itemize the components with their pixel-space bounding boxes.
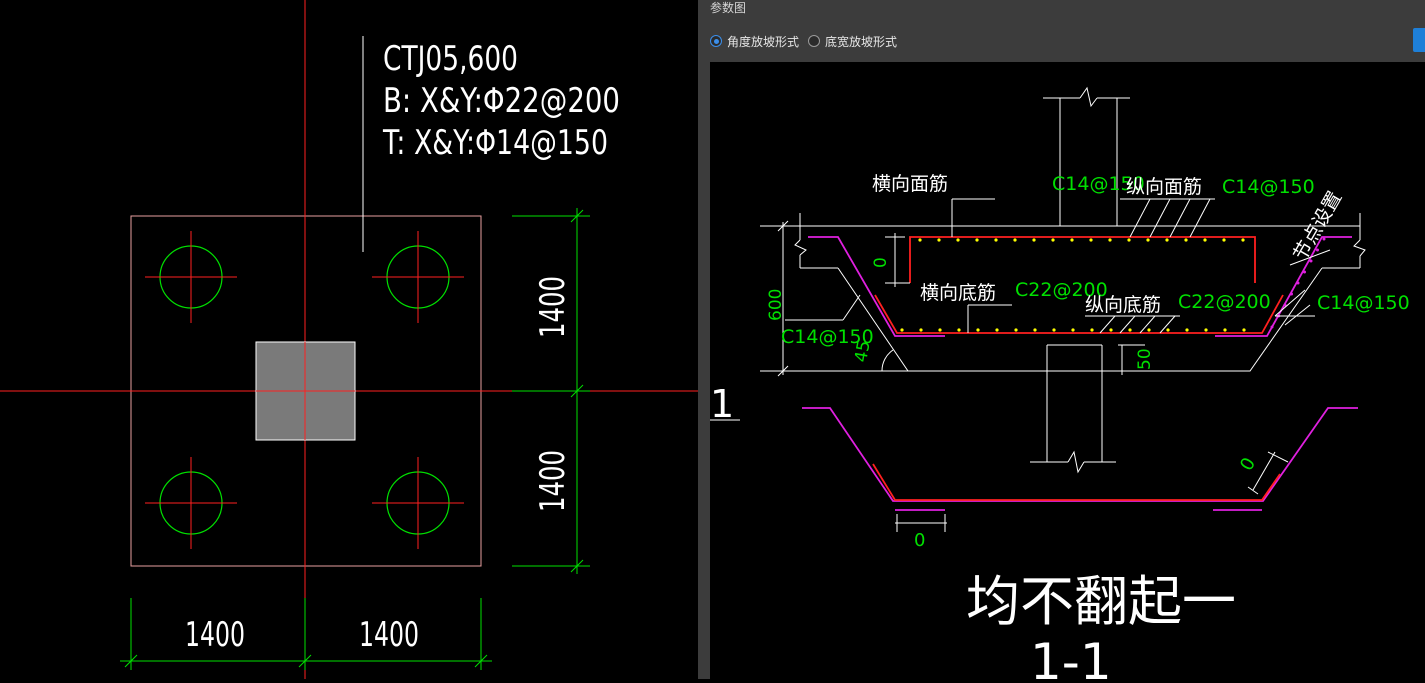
schematic-inner [872, 463, 1281, 501]
rebar-dot [1128, 328, 1132, 332]
rebar-dot [1014, 328, 1018, 332]
rebar-dot [1241, 238, 1245, 242]
rebar-dot [1032, 238, 1036, 242]
rebar-dot [1090, 328, 1094, 332]
column-below [1030, 344, 1116, 474]
label-top-rebar[interactable]: T: X&Y:Φ14@150 [382, 123, 608, 163]
parameter-diagram: 1 横向面筋 C14@150 纵向面筋 C14@150 节点设置 横向底筋 C2… [710, 62, 1425, 683]
rebar-dot [956, 238, 960, 242]
rebar-dot [937, 238, 941, 242]
rebar-dot [1223, 328, 1227, 332]
pile-bottom-left[interactable] [145, 457, 237, 549]
val-slope-right: C14@150 [1317, 292, 1410, 314]
dim-50: 50 [1135, 348, 1155, 370]
pile-top-left[interactable] [145, 231, 237, 323]
dim-0-bottom: 0 [914, 530, 925, 551]
dim-vertical [512, 208, 590, 574]
big-caption: 均不翻起一 [966, 570, 1236, 633]
rebar-dot [1052, 328, 1056, 332]
rebar-dot [1071, 328, 1075, 332]
rebar-dot [1185, 328, 1189, 332]
slope-rebar-right [1215, 236, 1352, 337]
rebar-dot [994, 238, 998, 242]
val-long-bottom: C22@200 [1178, 291, 1271, 313]
top-rebar [909, 236, 1256, 283]
rebar-dot [976, 328, 980, 332]
dim-horizontal-right: 1400 [359, 615, 419, 655]
rebar-dot [1051, 238, 1055, 242]
rebar-dot [1242, 328, 1246, 332]
slope-dot [1296, 281, 1300, 285]
rebar-dot [1127, 238, 1131, 242]
rebar-dot [938, 328, 942, 332]
radio-width-label: 底宽放坡形式 [825, 34, 898, 49]
rebar-dot [919, 328, 923, 332]
label-ctj[interactable]: CTJ05,600 [383, 39, 518, 79]
rebar-dot [1033, 328, 1037, 332]
section-drawing: 1 横向面筋 C14@150 纵向面筋 C14@150 节点设置 横向底筋 C2… [710, 86, 1410, 683]
dim-0-top: 0 [871, 257, 891, 268]
rebar-dot [1109, 328, 1113, 332]
rebar-dot [1203, 238, 1207, 242]
dim-vertical-top: 1400 [533, 276, 573, 338]
label-bottom-rebar[interactable]: B: X&Y:Φ22@200 [383, 81, 620, 121]
label-trans-bottom: 横向底筋 [920, 282, 996, 304]
panel-action-button[interactable] [1413, 28, 1425, 52]
rebar-dot [957, 328, 961, 332]
column-above [1043, 86, 1130, 226]
rebar-dot [1147, 328, 1151, 332]
label-long-top: 纵向面筋 [1126, 176, 1202, 198]
rebar-dot [1222, 238, 1226, 242]
val-long-top: C14@150 [1222, 176, 1315, 198]
label-long-bottom: 纵向底筋 [1085, 294, 1161, 316]
rebar-dot [1108, 238, 1112, 242]
panel-title: 参数图 [710, 1, 747, 15]
schematic-outer [802, 407, 1358, 502]
slope-dot [1270, 325, 1274, 329]
rebar-dot [995, 328, 999, 332]
rebar-dot [975, 238, 979, 242]
parameter-panel: 参数图 角度放坡形式 底宽放坡形式 1 横向面筋 C14@150 纵向面筋 C1… [698, 0, 1425, 683]
cad-canvas[interactable]: CTJ05,600 B: X&Y:Φ22@200 T: X&Y:Φ14@150 … [0, 0, 698, 679]
rebar-dot [1070, 238, 1074, 242]
section-marker: 1 [710, 382, 734, 426]
rebar-dot [1166, 328, 1170, 332]
rebar-dot [1165, 238, 1169, 242]
dim-horizontal [120, 598, 492, 670]
slope-dot [1290, 292, 1293, 296]
rebar-dot [1013, 238, 1017, 242]
dim-0-right: 0 [1236, 454, 1260, 474]
radio-angle-slope[interactable]: 角度放坡形式 [710, 32, 799, 50]
pile-bottom-right[interactable] [372, 457, 464, 549]
rebar-dot [1089, 238, 1093, 242]
dim-vertical-bottom: 1400 [533, 450, 573, 512]
dim-horizontal-left: 1400 [185, 615, 245, 655]
rebar-dot [918, 238, 922, 242]
section-label: 1-1 [1030, 633, 1112, 679]
dim-600: 600 [766, 289, 786, 321]
radio-unselected-icon[interactable] [808, 35, 820, 47]
rebar-dot [1184, 238, 1188, 242]
dim-45: 45 [851, 339, 874, 364]
cad-drawing: CTJ05,600 B: X&Y:Φ22@200 T: X&Y:Φ14@150 … [0, 0, 698, 679]
radio-angle-label: 角度放坡形式 [727, 34, 800, 49]
rebar-dot [1204, 328, 1208, 332]
pile-top-right[interactable] [372, 231, 464, 323]
rebar-dot [900, 328, 904, 332]
rebar-dot [1146, 238, 1150, 242]
label-trans-top: 横向面筋 [872, 173, 948, 195]
radio-selected-icon[interactable] [710, 35, 722, 47]
slope-dot [1303, 270, 1306, 274]
radio-width-slope[interactable]: 底宽放坡形式 [808, 32, 897, 50]
